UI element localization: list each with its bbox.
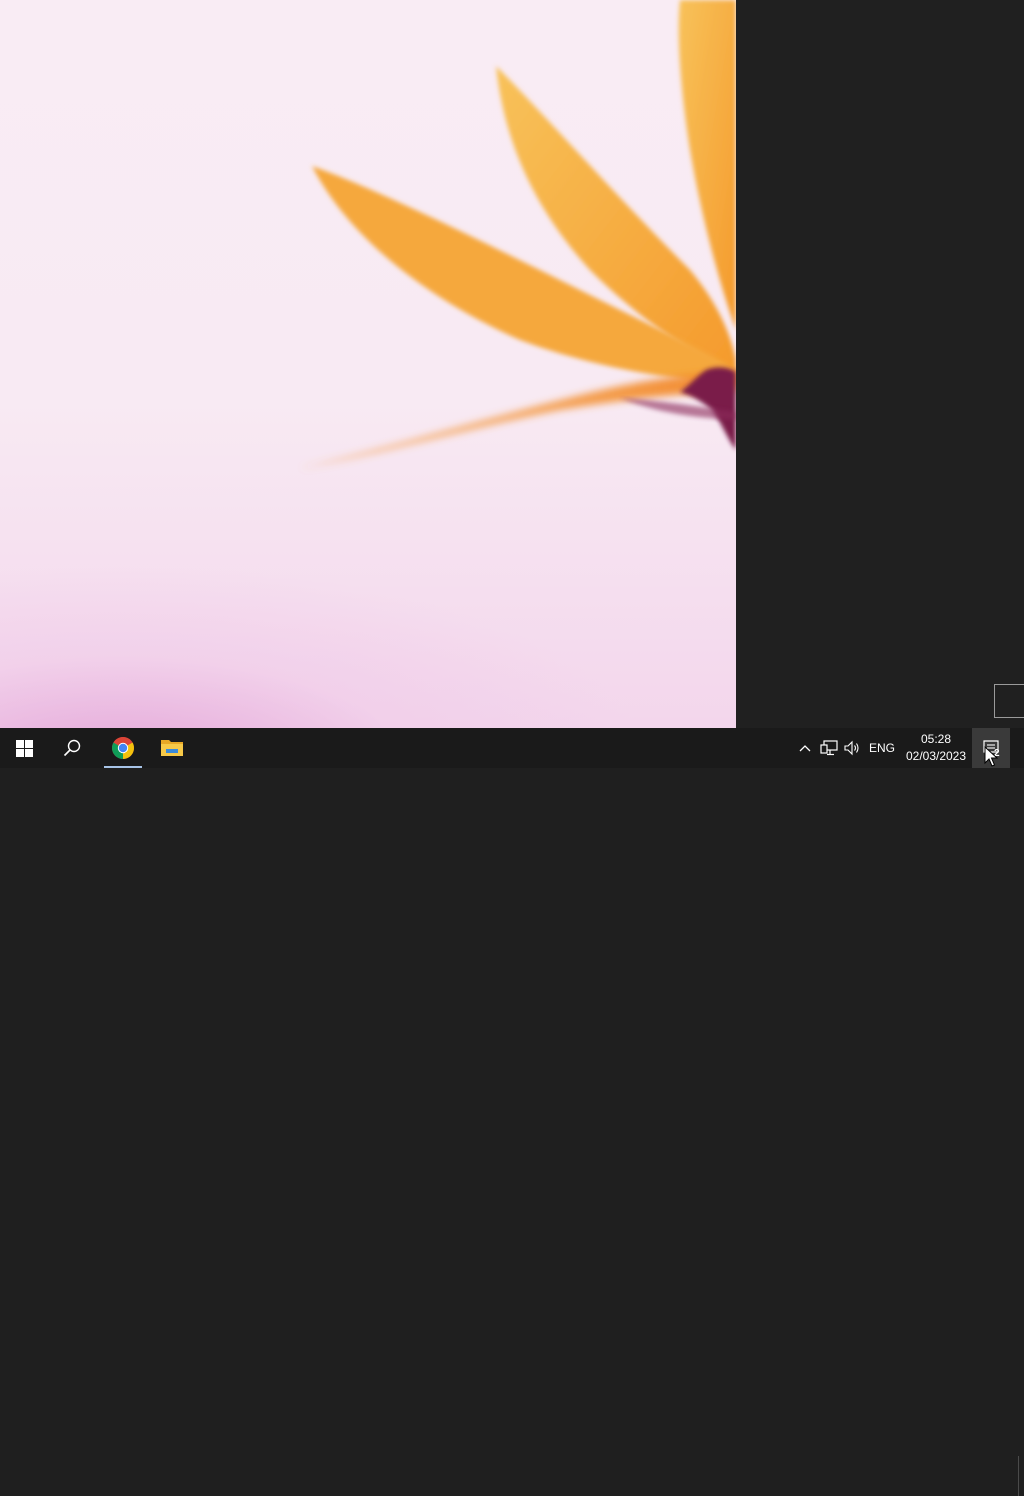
taskbar-app-chrome[interactable] <box>102 728 144 768</box>
volume-button[interactable] <box>842 728 862 768</box>
folder-icon <box>161 740 183 756</box>
desktop-wallpaper <box>0 0 736 728</box>
clock[interactable]: 05:28 02/03/2023 <box>902 728 970 768</box>
speaker-icon <box>844 740 859 756</box>
taskbar-app-file-explorer[interactable] <box>150 728 194 768</box>
network-icon <box>820 740 838 756</box>
language-indicator[interactable]: ENG <box>866 728 898 768</box>
search-icon <box>63 739 81 757</box>
clock-time: 05:28 <box>920 732 952 746</box>
action-center-expand-box[interactable] <box>994 684 1024 718</box>
search-button[interactable] <box>48 728 96 768</box>
tray-overflow-button[interactable] <box>796 728 814 768</box>
start-button[interactable] <box>0 728 48 768</box>
mouse-cursor-icon <box>984 746 998 767</box>
action-center-panel <box>736 0 1024 728</box>
windows-logo-icon <box>15 739 33 757</box>
taskbar: ENG 05:28 02/03/2023 <box>0 728 1024 1496</box>
show-desktop-button[interactable] <box>1018 1456 1024 1496</box>
chrome-icon <box>112 737 134 759</box>
flower-petals-image <box>300 0 736 468</box>
chevron-up-icon <box>799 745 811 752</box>
network-button[interactable] <box>818 728 840 768</box>
clock-date: 02/03/2023 <box>905 749 967 763</box>
desktop <box>0 0 1024 728</box>
